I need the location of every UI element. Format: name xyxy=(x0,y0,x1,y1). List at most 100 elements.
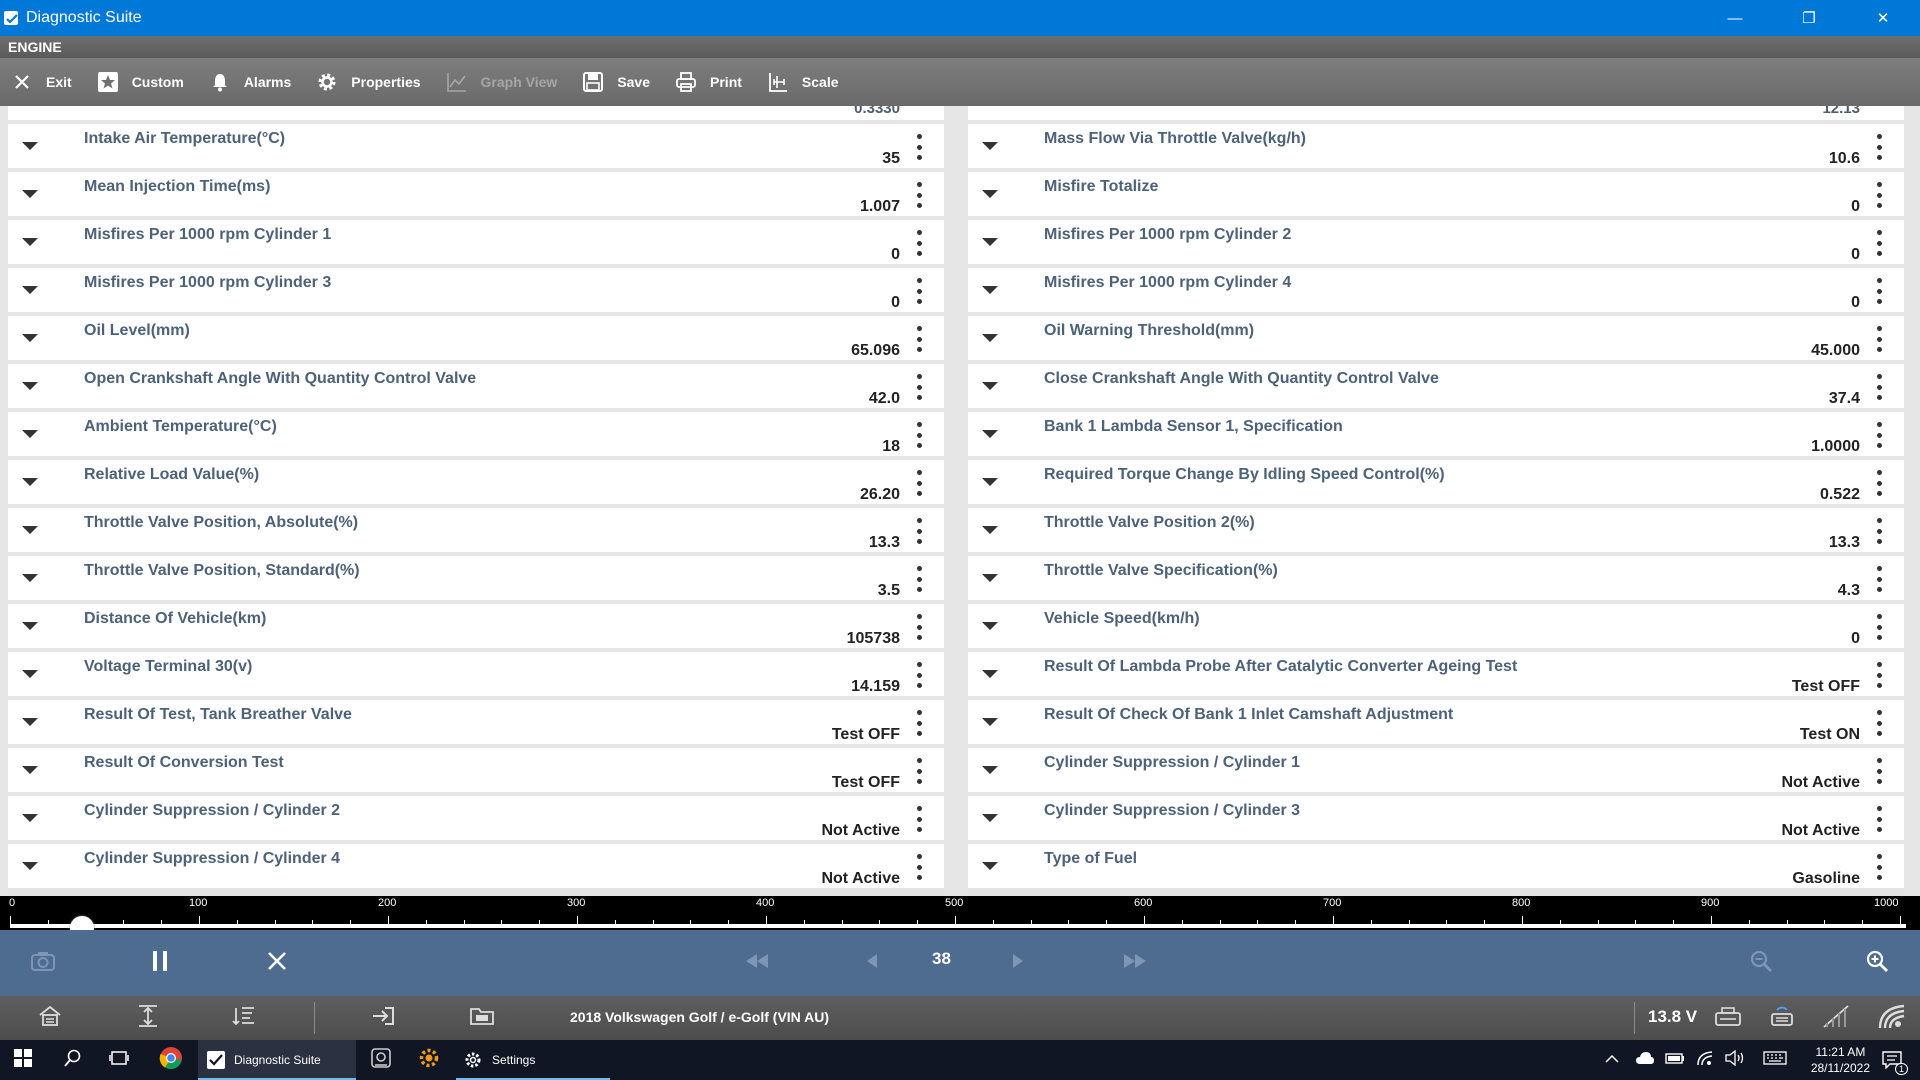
expand-arrow-icon[interactable] xyxy=(982,238,998,246)
stop-button[interactable] xyxy=(262,948,292,978)
expand-arrow-icon[interactable] xyxy=(22,862,38,870)
graph-view-button[interactable]: Graph View xyxy=(445,70,557,94)
more-options-icon[interactable] xyxy=(916,230,922,256)
alarms-button[interactable]: Alarms xyxy=(208,70,291,94)
parameter-row[interactable]: Intake Air Temperature(°C) 35 xyxy=(8,124,944,168)
parameter-row[interactable]: Misfires Per 1000 rpm Cylinder 2 0 xyxy=(968,220,1904,264)
custom-button[interactable]: Custom xyxy=(96,70,184,94)
parameter-row[interactable]: Throttle Valve Position, Absolute(%) 13.3 xyxy=(8,508,944,552)
exit-button[interactable]: Exit xyxy=(10,70,72,94)
expand-arrow-icon[interactable] xyxy=(22,526,38,534)
expand-arrow-icon[interactable] xyxy=(982,622,998,630)
expand-arrow-icon[interactable] xyxy=(22,766,38,774)
expand-arrow-icon[interactable] xyxy=(982,142,998,150)
more-options-icon[interactable] xyxy=(916,710,922,736)
more-options-icon[interactable] xyxy=(1876,710,1882,736)
more-options-icon[interactable] xyxy=(1876,662,1882,688)
more-options-icon[interactable] xyxy=(916,662,922,688)
parameter-row[interactable]: Close Crankshaft Angle With Quantity Con… xyxy=(968,364,1904,408)
zoom-in-button[interactable] xyxy=(1862,948,1892,978)
pause-button[interactable] xyxy=(145,948,175,978)
more-options-icon[interactable] xyxy=(916,182,922,208)
expand-arrow-icon[interactable] xyxy=(22,334,38,342)
previous-frame-button[interactable] xyxy=(860,948,884,978)
expand-arrow-icon[interactable] xyxy=(22,718,38,726)
expand-arrow-icon[interactable] xyxy=(982,574,998,582)
more-options-icon[interactable] xyxy=(1876,182,1882,208)
connection-status-button[interactable] xyxy=(1768,1004,1796,1032)
expand-arrow-icon[interactable] xyxy=(982,190,998,198)
vci-button[interactable] xyxy=(1714,1004,1742,1032)
expand-arrow-icon[interactable] xyxy=(22,670,38,678)
expand-arrow-icon[interactable] xyxy=(982,334,998,342)
more-options-icon[interactable] xyxy=(1876,806,1882,832)
notification-center-button[interactable]: 1 xyxy=(1872,1040,1912,1080)
parameter-row[interactable]: Result Of Lambda Probe After Catalytic C… xyxy=(968,652,1904,696)
scanner-taskbar-button[interactable] xyxy=(358,1040,404,1080)
fast-forward-button[interactable] xyxy=(1120,948,1150,978)
timeline-scrubber[interactable]: 0 100 200 300 400 500 600 700 800 900 1000 xyxy=(0,896,1920,940)
parameter-row[interactable]: Cylinder Suppression / Cylinder 1 Not Act… xyxy=(968,748,1904,792)
expand-arrow-icon[interactable] xyxy=(982,382,998,390)
more-options-icon[interactable] xyxy=(1876,758,1882,784)
more-options-icon[interactable] xyxy=(916,134,922,160)
expand-arrow-icon[interactable] xyxy=(22,478,38,486)
more-options-icon[interactable] xyxy=(1876,422,1882,448)
import-button[interactable] xyxy=(370,1004,398,1032)
more-options-icon[interactable] xyxy=(916,614,922,640)
parameter-row[interactable]: Misfires Per 1000 rpm Cylinder 1 0 xyxy=(8,220,944,264)
parameter-row[interactable]: Result Of Conversion Test Test OFF xyxy=(8,748,944,792)
battery-tray[interactable] xyxy=(1662,1040,1688,1080)
expand-arrow-icon[interactable] xyxy=(982,862,998,870)
parameter-row[interactable]: Throttle Valve Position 2(%) 13.3 xyxy=(968,508,1904,552)
next-frame-button[interactable] xyxy=(1006,948,1030,978)
expand-arrow-icon[interactable] xyxy=(22,286,38,294)
expand-arrow-icon[interactable] xyxy=(982,766,998,774)
parameter-row[interactable]: Relative Load Value(%) 26.20 xyxy=(8,460,944,504)
task-view-button[interactable] xyxy=(96,1040,142,1080)
more-options-icon[interactable] xyxy=(916,518,922,544)
more-options-icon[interactable] xyxy=(1876,566,1882,592)
print-button[interactable]: Print xyxy=(674,70,742,94)
parameter-row[interactable]: Misfires Per 1000 rpm Cylinder 3 0 xyxy=(8,268,944,312)
parameter-row[interactable]: Distance Of Vehicle(km) 105738 xyxy=(8,604,944,648)
more-options-icon[interactable] xyxy=(916,806,922,832)
more-options-icon[interactable] xyxy=(916,278,922,304)
wifi-button[interactable] xyxy=(1878,1004,1906,1032)
settings-taskbar-button[interactable]: Settings xyxy=(456,1040,610,1080)
more-options-icon[interactable] xyxy=(1876,614,1882,640)
parameter-row[interactable]: Misfires Per 1000 rpm Cylinder 4 0 xyxy=(968,268,1904,312)
expand-arrow-icon[interactable] xyxy=(22,190,38,198)
more-options-icon[interactable] xyxy=(1876,134,1882,160)
zoom-out-button[interactable] xyxy=(1746,948,1776,978)
parameter-row[interactable]: Result Of Check Of Bank 1 Inlet Camshaft… xyxy=(968,700,1904,744)
parameter-row[interactable]: Bank 1 Lambda Sensor 1, Specification 1.0… xyxy=(968,412,1904,456)
more-options-icon[interactable] xyxy=(1876,854,1882,880)
minimize-button[interactable]: — xyxy=(1698,0,1772,36)
more-options-icon[interactable] xyxy=(916,422,922,448)
expand-arrow-icon[interactable] xyxy=(22,382,38,390)
expand-arrow-icon[interactable] xyxy=(982,430,998,438)
start-button[interactable] xyxy=(0,1040,46,1080)
expand-arrow-icon[interactable] xyxy=(22,142,38,150)
more-options-icon[interactable] xyxy=(916,854,922,880)
expand-arrow-icon[interactable] xyxy=(982,718,998,726)
parameter-row[interactable]: Vehicle Speed(km/h) 0 xyxy=(968,604,1904,648)
parameter-row[interactable]: Result Of Test, Tank Breather Valve Test … xyxy=(8,700,944,744)
parameter-row[interactable]: Required Torque Change By Idling Speed C… xyxy=(968,460,1904,504)
diagnostic-suite-taskbar-button[interactable]: Diagnostic Suite xyxy=(198,1040,356,1080)
more-options-icon[interactable] xyxy=(916,326,922,352)
expand-all-button[interactable] xyxy=(134,1004,162,1032)
clock[interactable]: 11:21 AM 28/11/2022 xyxy=(1811,1044,1870,1076)
expand-arrow-icon[interactable] xyxy=(22,622,38,630)
more-options-icon[interactable] xyxy=(916,758,922,784)
properties-button[interactable]: Properties xyxy=(315,70,421,94)
more-options-icon[interactable] xyxy=(916,470,922,496)
expand-arrow-icon[interactable] xyxy=(22,814,38,822)
onedrive-tray[interactable] xyxy=(1632,1040,1658,1080)
more-options-icon[interactable] xyxy=(1876,326,1882,352)
parameter-row[interactable]: Cylinder Suppression / Cylinder 2 Not Act… xyxy=(8,796,944,840)
more-options-icon[interactable] xyxy=(1876,230,1882,256)
snapshot-button[interactable] xyxy=(28,948,58,978)
parameter-row[interactable]: Throttle Valve Position, Standard(%) 3.5 xyxy=(8,556,944,600)
